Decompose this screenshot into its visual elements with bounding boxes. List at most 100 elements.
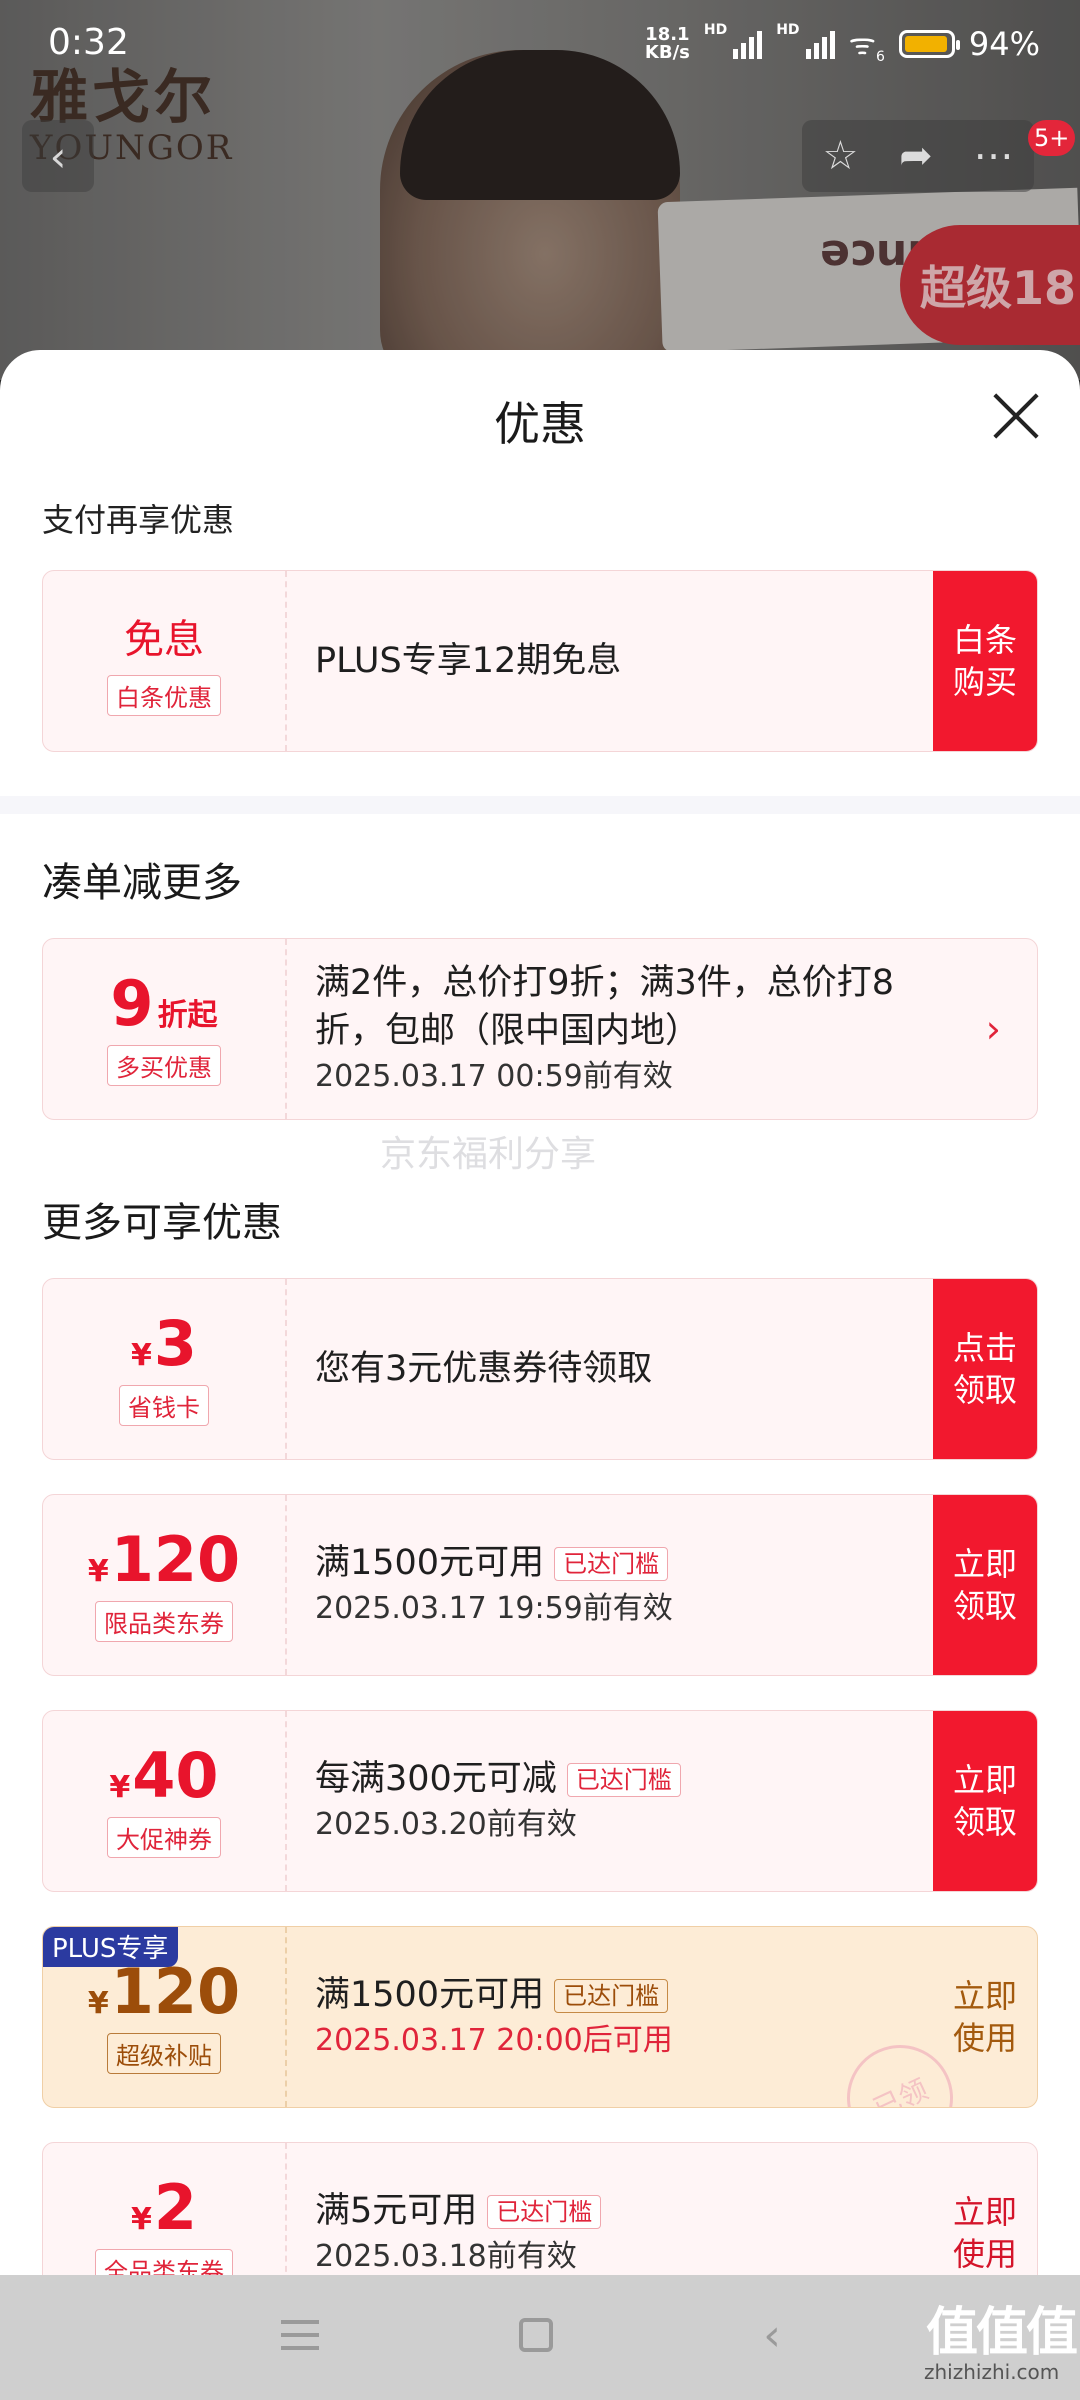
action-line-1: 点击	[952, 1329, 1017, 1367]
top-toolbar: ☆ ➦ ⋯	[802, 120, 1034, 192]
coupon-card[interactable]: ¥ 3 省钱卡 您有3元优惠券待领取 点击 领取	[42, 1278, 1038, 1460]
net-speed: 18.1 KB/s	[644, 23, 690, 63]
coupon-amount-value: 2	[153, 2170, 197, 2244]
claim-button[interactable]: 点击 领取	[933, 1279, 1037, 1459]
action-line-1: 白条	[952, 621, 1017, 659]
close-icon[interactable]	[990, 390, 1042, 442]
action-line-2: 使用	[952, 2019, 1017, 2057]
bundle-offer-card[interactable]: 9 折起 多买优惠 满2件，总价打9折；满3件，总价打8 折，包邮（限中国内地）…	[42, 938, 1038, 1120]
coupon-tag: 省钱卡	[119, 1384, 209, 1426]
coupon-left: ¥ 120 限品类东券	[43, 1495, 285, 1675]
coupon-condition: 满5元可用	[315, 2191, 478, 2231]
coupon-left: ¥ 120 超级补贴	[43, 1927, 285, 2107]
site-logo: 值值值	[926, 2303, 1078, 2363]
wifi-label: 6	[875, 49, 885, 65]
sheet-title: 优惠	[494, 397, 586, 451]
coupon-condition-row: 满1500元可用 已达门槛	[315, 1971, 917, 2019]
signal-icon-1	[733, 29, 763, 59]
coupon-amount: ¥ 2	[130, 2170, 197, 2244]
action-line-2: 领取	[952, 1371, 1017, 1409]
system-nav-bar: ‹	[0, 2275, 1080, 2400]
bundle-validity: 2025.03.17 00:59前有效	[315, 1059, 673, 1094]
action-line-2: 购买	[952, 663, 1017, 701]
coupon-condition: 满1500元可用	[315, 1543, 545, 1583]
net-speed-unit: KB/s	[644, 41, 690, 63]
coupon-info: 每满300元可减 已达门槛 2025.03.20前有效	[315, 1711, 917, 1891]
coupon-amount-value: 40	[132, 1738, 219, 1812]
claim-button[interactable]: 立即 领取	[933, 1711, 1037, 1891]
star-icon[interactable]: ☆	[822, 133, 858, 179]
bundle-discount-num: 9	[110, 966, 154, 1040]
bundle-section-title: 凑单减更多	[42, 860, 242, 906]
threshold-pill: 已达门槛	[554, 1547, 669, 1581]
menu-icon[interactable]	[270, 2305, 330, 2365]
coupon-tag: 全品类东券	[95, 2248, 233, 2275]
wifi-icon: ᯤ6	[848, 27, 885, 65]
action-line-1: 立即	[952, 1545, 1017, 1583]
coupon-amount-value: 120	[110, 1954, 241, 2028]
card-divider	[285, 2143, 287, 2275]
threshold-pill: 已达门槛	[554, 1979, 669, 2013]
plus-coupon-card[interactable]: PLUS专享 ¥ 120 超级补贴 满1500元可用 已达门槛 2025.03.1…	[42, 1926, 1038, 2108]
coupon-left: ¥ 3 省钱卡	[43, 1279, 285, 1459]
yen-symbol: ¥	[87, 1553, 109, 1589]
hd-label-2: HD	[776, 22, 800, 38]
bundle-offer-left: 9 折起 多买优惠	[43, 939, 285, 1119]
coupon-condition: 满1500元可用	[315, 1975, 545, 2015]
card-divider	[285, 1711, 287, 1891]
net-speed-value: 18.1	[645, 23, 690, 45]
battery-percent: 94%	[968, 24, 1040, 63]
more-dots-icon[interactable]: ⋯	[974, 133, 1014, 179]
coupon-amount: ¥ 120	[87, 1528, 240, 1591]
bundle-line-2: 折，包邮（限中国内地）	[315, 1011, 701, 1051]
pay-offer-card[interactable]: 免息 白条优惠 PLUS专享12期免息 白条 购买	[42, 570, 1038, 752]
coupon-amount: ¥ 120	[87, 1954, 241, 2028]
coupon-info: 满1500元可用 已达门槛 2025.03.17 19:59前有效	[315, 1495, 917, 1675]
status-time: 0:32	[48, 22, 129, 63]
site-url: zhizhizhi.com	[924, 2360, 1060, 2384]
card-divider	[285, 571, 287, 751]
discount-sheet: 优惠 支付再享优惠 免息 白条优惠 PLUS专享12期免息 白条 购买 凑单减更多…	[0, 350, 1080, 2275]
use-button[interactable]: 立即 使用	[933, 1927, 1037, 2107]
pay-section-label: 支付再享优惠	[42, 501, 235, 539]
action-line-1: 立即	[952, 1977, 1017, 2015]
coupon-validity: 2025.03.17 20:00后可用	[315, 2023, 673, 2058]
card-divider	[285, 1279, 287, 1459]
coupon-tag: 限品类东券	[95, 1600, 233, 1642]
baitiao-buy-button[interactable]: 白条 购买	[933, 571, 1037, 751]
signal-icon-2	[805, 29, 835, 59]
coupon-left: ¥ 2 全品类东券	[43, 2143, 285, 2275]
coupon-condition: 每满300元可减	[315, 1759, 557, 1799]
yen-symbol: ¥	[130, 1337, 152, 1373]
coupon-validity: 2025.03.20前有效	[315, 1807, 577, 1842]
home-icon[interactable]	[506, 2305, 566, 2365]
coupon-info: 满1500元可用 已达门槛 2025.03.17 20:00后可用	[315, 1927, 917, 2107]
back-button[interactable]: ‹	[22, 120, 94, 192]
coupon-condition-row: 每满300元可减 已达门槛	[315, 1755, 917, 1803]
status-bar: 0:32 18.1 KB/s HD HD ᯤ6 94%	[0, 0, 1080, 90]
claim-button[interactable]: 立即 领取	[933, 1495, 1037, 1675]
action-line-2: 使用	[952, 2235, 1017, 2273]
chevron-right-icon[interactable]: ›	[986, 939, 1001, 1119]
card-divider	[285, 939, 287, 1119]
coupon-validity: 2025.03.18前有效	[315, 2239, 577, 2274]
action-line-1: 立即	[952, 1761, 1017, 1799]
yen-symbol: ¥	[109, 1769, 131, 1805]
yen-symbol: ¥	[87, 1985, 109, 2021]
share-icon[interactable]: ➦	[899, 133, 933, 179]
coupon-condition-row: 满5元可用 已达门槛	[315, 2187, 917, 2235]
coupon-card[interactable]: ¥ 40 大促神券 每满300元可减 已达门槛 2025.03.20前有效 立即领…	[42, 1710, 1038, 1892]
message-count-badge: 5+	[1028, 120, 1076, 156]
coupon-tag: 大促神券	[107, 1816, 221, 1858]
watermark-text: 京东福利分享	[380, 1134, 597, 1175]
coupon-card[interactable]: ¥ 2 全品类东券 满5元可用 已达门槛 2025.03.18前有效 立即 使用	[42, 2142, 1038, 2275]
bundle-line-1: 满2件，总价打9折；满3件，总价打8	[315, 963, 895, 1003]
action-line-2: 领取	[952, 1587, 1017, 1625]
chevron-left-icon: ‹	[49, 131, 67, 181]
coupon-tag: 超级补贴	[107, 2032, 221, 2074]
yen-symbol: ¥	[130, 2201, 152, 2237]
pay-offer-left: 免息 白条优惠	[43, 571, 285, 751]
back-nav-icon[interactable]: ‹	[742, 2305, 802, 2365]
coupon-card[interactable]: ¥ 120 限品类东券 满1500元可用 已达门槛 2025.03.17 19:5…	[42, 1494, 1038, 1676]
use-button[interactable]: 立即 使用	[933, 2143, 1037, 2275]
